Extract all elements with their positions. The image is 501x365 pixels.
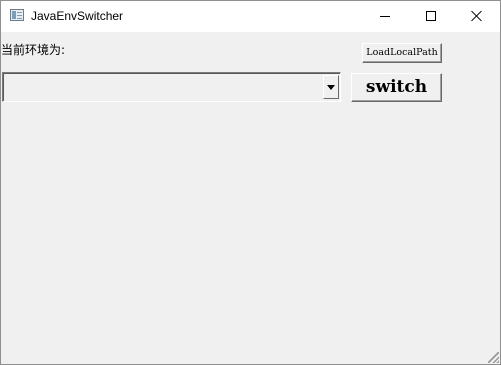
load-local-path-button[interactable]: LoadLocalPath — [362, 43, 442, 63]
minimize-icon — [380, 16, 390, 17]
maximize-icon — [426, 11, 436, 21]
app-icon — [10, 9, 24, 21]
env-select[interactable] — [2, 72, 341, 102]
window-title: JavaEnvSwitcher — [31, 9, 124, 23]
title-bar[interactable]: JavaEnvSwitcher — [1, 1, 500, 32]
current-env-label: 当前环境为: — [1, 43, 66, 57]
maximize-button[interactable] — [408, 1, 454, 32]
chevron-down-icon[interactable] — [323, 75, 339, 99]
app-window: JavaEnvSwitcher 当前环境为: LoadLocalPath swi… — [0, 0, 501, 365]
resize-grip-icon[interactable] — [488, 352, 499, 363]
close-icon — [471, 10, 483, 22]
minimize-button[interactable] — [362, 1, 408, 32]
close-button[interactable] — [454, 1, 500, 32]
switch-button[interactable]: switch — [351, 73, 442, 102]
